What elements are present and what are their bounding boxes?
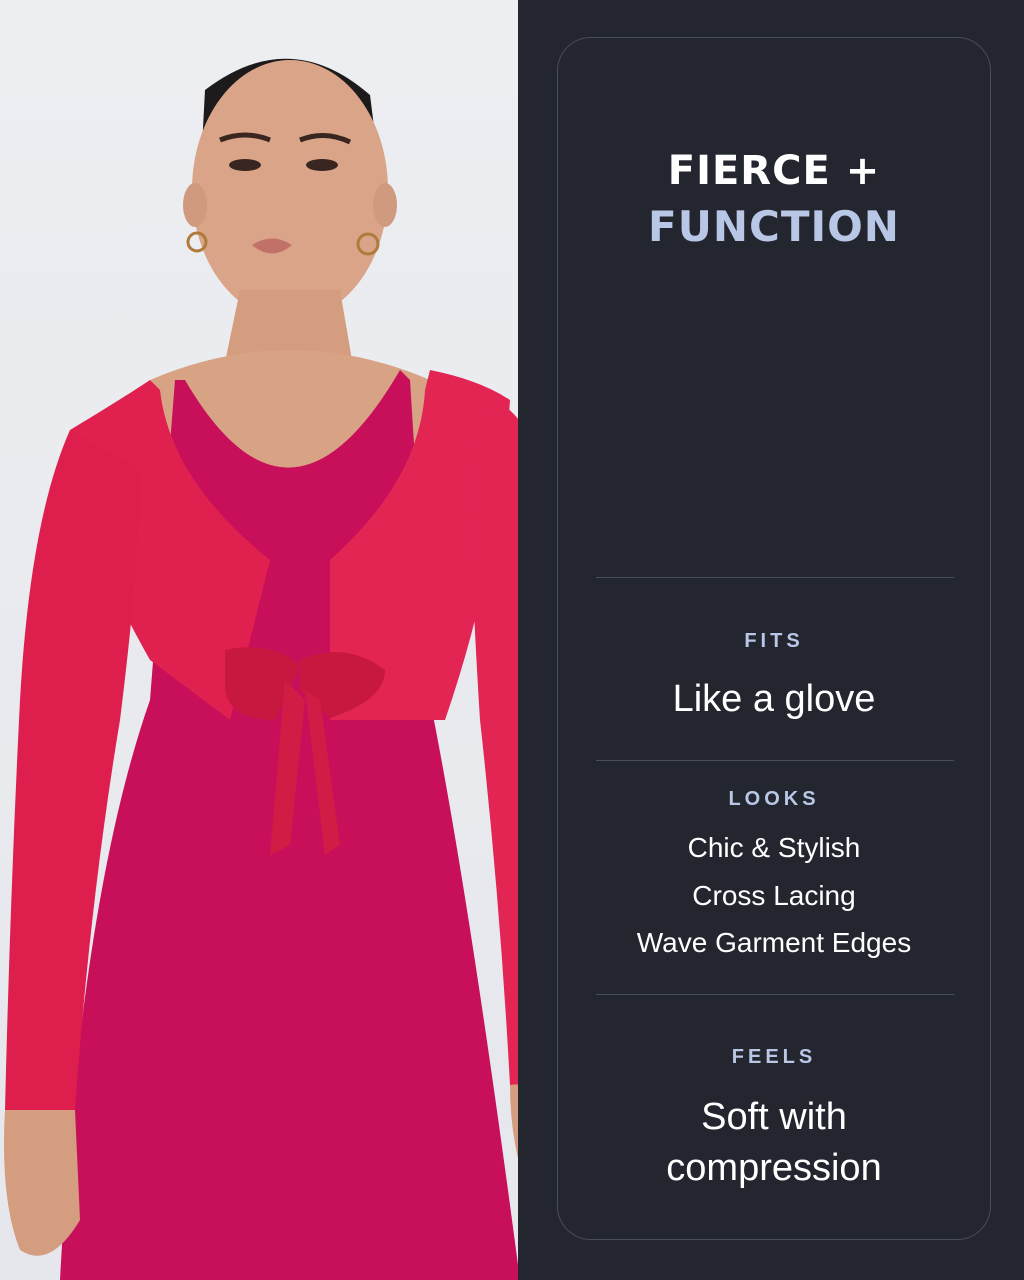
feature-label-fits: FITS: [744, 630, 804, 652]
divider: [596, 760, 954, 761]
feature-value-feels-1: Soft with: [701, 1096, 847, 1138]
headline-line-2: FUNCTION: [648, 202, 900, 251]
feature-label-looks: LOOKS: [728, 788, 820, 810]
feature-value-looks-1: Chic & Stylish: [687, 832, 861, 863]
feature-value-looks-2: Cross Lacing: [692, 880, 856, 911]
product-feature-banner: FIERCE + FUNCTION FITS Like a glove LOOK…: [0, 0, 1024, 1280]
feature-value-feels-2: compression: [666, 1147, 882, 1189]
feature-label-feels: FEELS: [731, 1046, 817, 1068]
feature-value-looks-3: Wave Garment Edges: [636, 927, 912, 958]
headline-line-1: FIERCE +: [667, 148, 881, 194]
divider: [596, 994, 954, 995]
divider: [596, 577, 954, 578]
feature-value-fits: Like a glove: [672, 678, 876, 720]
